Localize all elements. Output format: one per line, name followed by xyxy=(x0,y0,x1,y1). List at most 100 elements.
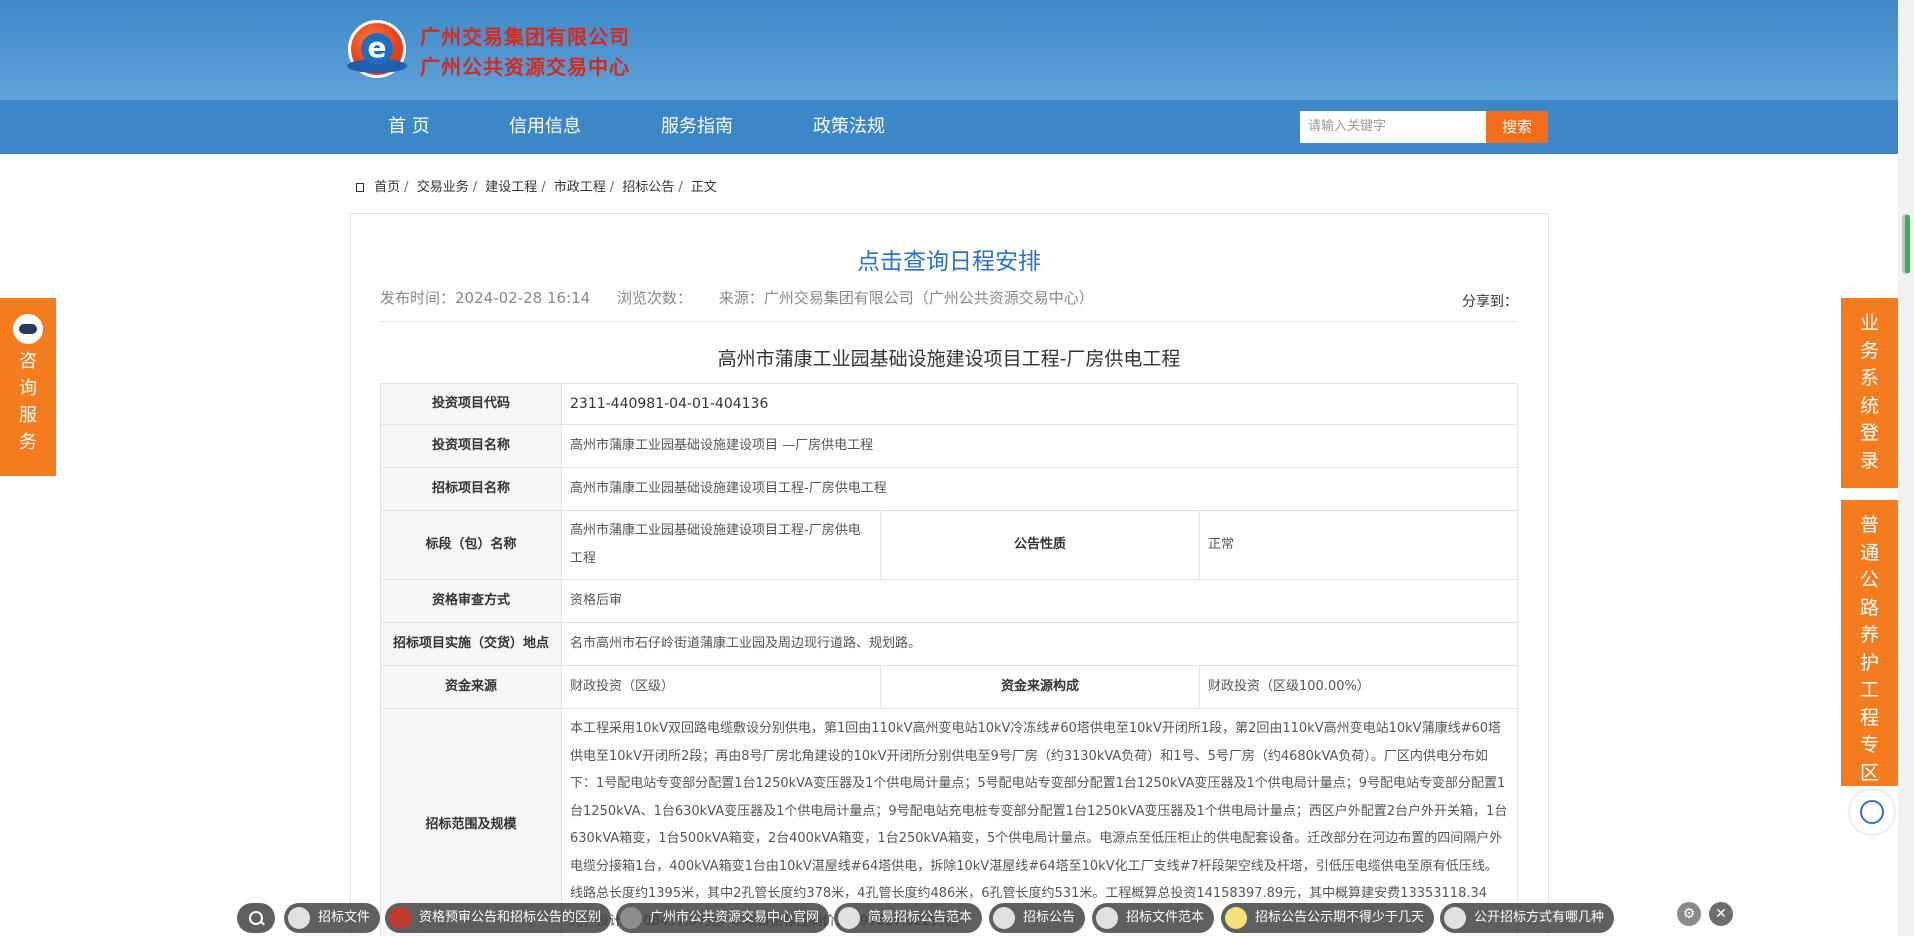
consult-service-label: 咨询服务 xyxy=(19,351,37,453)
doc-icon xyxy=(1444,907,1466,929)
divider xyxy=(380,321,1518,322)
toolbar-item[interactable]: 招标公告 xyxy=(989,903,1086,933)
toolbar-item-label: 资格预审公告和招标公告的区别 xyxy=(419,910,602,925)
article-source: 来源：广州交易集团有限公司（广州公共资源交易中心） xyxy=(718,289,1094,307)
toolbar-item[interactable]: 资格预审公告和招标公告的区别 xyxy=(385,903,612,933)
scope-label: 招标范围及规模 xyxy=(380,708,562,936)
table-row: 资格审查方式 资格后审 xyxy=(380,579,1518,623)
scroll-indicator xyxy=(1905,215,1910,273)
breadcrumb: 首页 / 交易业务 / 建设工程 / 市政工程 / 招标公告 / 正文 xyxy=(356,178,717,198)
doc-icon xyxy=(1096,907,1118,929)
table-row: 标段（包）名称 高州市蒲康工业园基础设施建设项目工程-厂房供电工程 公告性质 正… xyxy=(380,510,1518,580)
table-row: 招标范围及规模 本工程采用10kV双回路电缆敷设分别供电，第1回由110kV高州… xyxy=(380,708,1518,936)
review-label: 资格审查方式 xyxy=(380,579,562,623)
nav-item-guide[interactable]: 服务指南 xyxy=(661,100,733,154)
fund-source-label: 资金来源 xyxy=(380,665,562,709)
breadcrumb-sep: / xyxy=(404,180,409,195)
logo-letter: e xyxy=(361,33,393,65)
nature-value: 正常 xyxy=(1199,510,1518,580)
toolbar-item-label: 广州市公共资源交易中心官网 xyxy=(650,910,820,925)
table-row: 投资项目代码 2311-440981-04-01-404136 xyxy=(380,383,1518,425)
doc-icon xyxy=(838,907,860,929)
nature-label: 公告性质 xyxy=(880,510,1200,580)
close-icon[interactable]: ✕ xyxy=(1709,902,1733,926)
doc-icon xyxy=(993,907,1015,929)
site-logo[interactable]: e xyxy=(347,20,407,78)
toolbar-item[interactable]: 广州市公共资源交易中心官网 xyxy=(616,903,830,933)
main-navbar xyxy=(0,100,1898,154)
breadcrumb-sep: / xyxy=(472,180,478,195)
doc-icon xyxy=(288,907,310,929)
toolbar-item[interactable]: 招标文件范本 xyxy=(1092,903,1215,933)
scrollbar[interactable] xyxy=(1898,0,1914,936)
breadcrumb-announcement[interactable]: 招标公告 xyxy=(622,180,674,195)
nav-item-credit[interactable]: 信用信息 xyxy=(509,100,581,154)
fund-composition-label: 资金来源构成 xyxy=(880,665,1200,709)
project-info-table: 投资项目代码 2311-440981-04-01-404136 投资项目名称 高… xyxy=(380,383,1518,936)
toolbar-item-label: 简易招标公告范本 xyxy=(868,910,973,925)
toolbar-item-label: 招标公告 xyxy=(1023,910,1076,925)
project-code-value: 2311-440981-04-01-404136 xyxy=(561,383,1518,425)
business-login-label: 业务系统登录 xyxy=(1859,312,1879,472)
toolbar-item[interactable]: 招标文件 xyxy=(284,903,381,933)
brand-name: 广州交易集团有限公司 广州公共资源交易中心 xyxy=(420,22,630,82)
breadcrumb-sep: / xyxy=(541,180,546,195)
schedule-link[interactable]: 点击查询日程安排 xyxy=(0,242,1898,276)
invest-name-value: 高州市蒲康工业园基础设施建设项目 —厂房供电工程 xyxy=(561,424,1518,468)
header-banner xyxy=(0,0,1898,100)
search-button[interactable]: 搜索 xyxy=(1486,111,1548,143)
review-value: 资格后审 xyxy=(561,579,1518,623)
toolbar-item-label: 公开招标方式有哪几种 xyxy=(1474,910,1605,925)
breadcrumb-sep: / xyxy=(609,180,615,195)
bulb-icon xyxy=(1225,907,1247,929)
breadcrumb-municipal[interactable]: 市政工程 xyxy=(554,180,606,195)
section-label: 标段（包）名称 xyxy=(380,510,562,580)
section-value: 高州市蒲康工业园基础设施建设项目工程-厂房供电工程 xyxy=(561,510,881,580)
fund-source-value: 财政投资（区级） xyxy=(561,665,881,709)
location-label: 招标项目实施（交货）地点 xyxy=(380,622,562,666)
invest-name-label: 投资项目名称 xyxy=(380,424,562,468)
road-maintenance-tab[interactable]: 普通公路养护工程专区 xyxy=(1841,500,1898,786)
toolbar-item[interactable]: 公开招标方式有哪几种 xyxy=(1440,903,1615,933)
article-meta: 发布时间：2024-02-28 16:14 浏览次数： 来源：广州交易集团有限公… xyxy=(380,287,1116,308)
settings-gear-icon[interactable]: ⚙ xyxy=(1677,902,1701,926)
brand-line-1: 广州交易集团有限公司 xyxy=(420,25,630,49)
table-row: 投资项目名称 高州市蒲康工业园基础设施建设项目 —厂房供电工程 xyxy=(380,424,1518,468)
publish-time: 发布时间：2024-02-28 16:14 xyxy=(380,289,591,307)
road-maintenance-label: 普通公路养护工程专区 xyxy=(1859,514,1879,784)
table-row: 资金来源 财政投资（区级） 资金来源构成 财政投资（区级100.00%） xyxy=(380,665,1518,709)
scope-value: 本工程采用10kV双回路电缆敷设分别供电，第1回由110kV高州变电站10kV冷… xyxy=(561,708,1518,936)
search-input[interactable]: 请输入关键字 xyxy=(1300,111,1486,143)
nav-item-home[interactable]: 首 页 xyxy=(388,100,430,154)
sync-icon[interactable] xyxy=(1850,790,1894,834)
nav-item-policy[interactable]: 政策法规 xyxy=(813,100,885,154)
breadcrumb-trading[interactable]: 交易业务 xyxy=(417,180,469,195)
consult-service-tab[interactable]: 咨询服务 xyxy=(0,298,56,476)
share-label: 分享到： xyxy=(1462,294,1518,310)
toolbar-item-label: 招标公告公示期不得少于几天 xyxy=(1255,910,1425,925)
building-icon xyxy=(620,907,642,929)
robot-icon xyxy=(13,314,43,344)
breadcrumb-construction[interactable]: 建设工程 xyxy=(485,180,537,195)
toolbar-item[interactable]: 简易招标公告范本 xyxy=(834,903,983,933)
toolbar-item[interactable]: 招标公告公示期不得少于几天 xyxy=(1221,903,1435,933)
location-value: 名市高州市石仔岭街道蒲康工业园及周边现行道路、规划路。 xyxy=(561,622,1518,666)
tender-name-value: 高州市蒲康工业园基础设施建设项目工程-厂房供电工程 xyxy=(561,467,1518,511)
project-code-label: 投资项目代码 xyxy=(380,383,562,425)
toolbar-item-label: 招标文件范本 xyxy=(1126,910,1205,925)
business-login-tab[interactable]: 业务系统登录 xyxy=(1841,298,1898,488)
breadcrumb-current: 正文 xyxy=(690,180,717,195)
fund-composition-value: 财政投资（区级100.00%） xyxy=(1199,665,1518,709)
search-icon[interactable] xyxy=(237,903,275,933)
doc-icon xyxy=(389,907,411,929)
breadcrumb-sep: / xyxy=(678,180,683,195)
breadcrumb-home[interactable]: 首页 xyxy=(374,180,400,195)
page-title: 高州市蒲康工业园基础设施建设项目工程-厂房供电工程 xyxy=(717,348,1181,370)
table-row: 招标项目实施（交货）地点 名市高州市石仔岭街道蒲康工业园及周边现行道路、规划路。 xyxy=(380,622,1518,666)
home-icon xyxy=(356,183,364,192)
table-row: 招标项目名称 高州市蒲康工业园基础设施建设项目工程-厂房供电工程 xyxy=(380,467,1518,511)
brand-line-2: 广州公共资源交易中心 xyxy=(420,55,630,79)
view-count: 浏览次数： xyxy=(616,289,692,307)
tender-name-label: 招标项目名称 xyxy=(380,467,562,511)
toolbar-item-label: 招标文件 xyxy=(318,910,371,925)
